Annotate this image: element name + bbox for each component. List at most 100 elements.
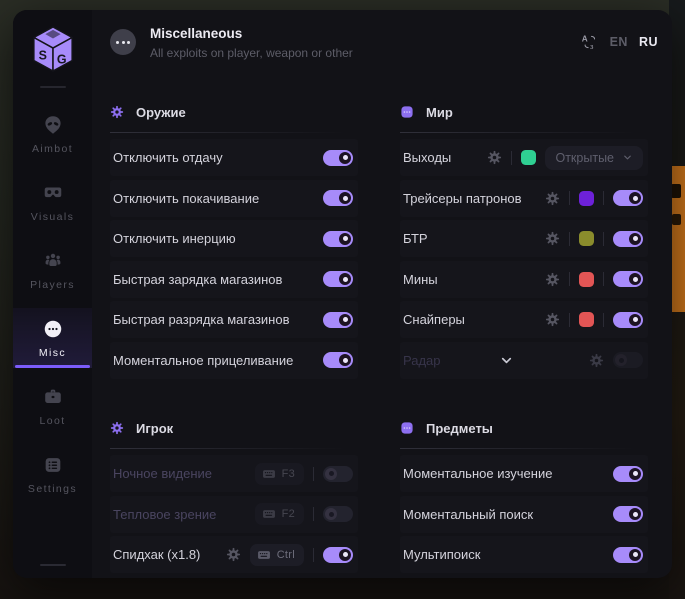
page-header: Miscellaneous All exploits on player, we… (110, 26, 658, 60)
feature-row: Тепловое зрение F2 (110, 496, 358, 533)
feature-row: Моментальное прицеливание (110, 342, 358, 379)
section-world: Мир Выходы Открытые (400, 100, 648, 382)
dots-square-icon (400, 421, 414, 435)
gear-icon[interactable] (545, 272, 560, 287)
cheat-menu-window: S G Aimbot Visuals (13, 10, 672, 578)
players-group-icon (42, 250, 64, 272)
sidebar-item-label: Visuals (31, 211, 74, 223)
gear-icon[interactable] (589, 353, 604, 368)
sidebar-item-misc[interactable]: Misc (13, 308, 92, 368)
toggle[interactable] (323, 312, 353, 328)
page-subtitle: All exploits on player, weapon or other (150, 46, 353, 60)
feature-label: Моментальное прицеливание (113, 353, 323, 368)
feature-row: Мины (400, 261, 648, 298)
toggle[interactable] (613, 466, 643, 482)
ellipsis-circle-icon (42, 318, 64, 340)
feature-row: Отключить отдачу (110, 139, 358, 176)
sidebar-item-players[interactable]: Players (13, 240, 92, 300)
color-swatch[interactable] (579, 231, 594, 246)
section-title: Мир (426, 105, 453, 120)
toggle[interactable] (613, 506, 643, 522)
vr-goggles-icon (42, 182, 64, 204)
translate-icon: A з (581, 33, 599, 51)
section-title: Игрок (136, 421, 173, 436)
toggle[interactable] (323, 150, 353, 166)
color-swatch[interactable] (579, 272, 594, 287)
language-switcher: A з EN RU (581, 33, 658, 51)
section-title: Предметы (426, 421, 493, 436)
feature-label: Моментальное изучение (403, 466, 613, 481)
chevron-down-icon (622, 152, 633, 163)
hotkey-label: F3 (282, 468, 295, 480)
sidebar-item-label: Loot (39, 415, 65, 427)
sidebar-item-loot[interactable]: Loot (13, 376, 92, 436)
section-world-header: Мир (400, 100, 648, 124)
lang-option-en[interactable]: EN (610, 35, 628, 49)
sidebar: S G Aimbot Visuals (13, 10, 92, 578)
background-orange-sign (671, 166, 685, 312)
gear-icon[interactable] (487, 150, 502, 165)
svg-text:A: A (581, 34, 587, 43)
svg-text:G: G (56, 52, 66, 66)
feature-label: Спидхак (x1.8) (113, 547, 226, 562)
toggle[interactable] (323, 190, 353, 206)
feature-row: Спидхак (x1.8) Ctrl (110, 536, 358, 573)
color-swatch[interactable] (579, 191, 594, 206)
toggle[interactable] (613, 271, 643, 287)
feature-label: Быстрая зарядка магазинов (113, 272, 323, 287)
gear-icon[interactable] (545, 231, 560, 246)
hotkey-badge[interactable]: F2 (255, 503, 304, 525)
hotkey-badge[interactable]: F3 (255, 463, 304, 485)
toggle[interactable] (613, 190, 643, 206)
gear-icon[interactable] (545, 312, 560, 327)
toggle[interactable] (323, 271, 353, 287)
feature-row: Быстрая зарядка магазинов (110, 261, 358, 298)
feature-row: Снайперы (400, 301, 648, 338)
color-swatch[interactable] (579, 312, 594, 327)
svg-text:з: з (590, 42, 594, 51)
toggle[interactable] (613, 231, 643, 247)
feature-label: БТР (403, 231, 545, 246)
feature-label: Трейсеры патронов (403, 191, 545, 206)
toggle[interactable] (323, 547, 353, 563)
feature-row: Отключить инерцию (110, 220, 358, 257)
sidebar-item-settings[interactable]: Settings (13, 444, 92, 504)
hotkey-label: F2 (282, 508, 295, 520)
section-weapon: Оружие Отключить отдачу Отключить покачи… (110, 100, 358, 382)
feature-label: Отключить инерцию (113, 231, 323, 246)
gear-icon[interactable] (226, 547, 241, 562)
lang-option-ru[interactable]: RU (639, 35, 658, 49)
page-header-titles: Miscellaneous All exploits on player, we… (150, 26, 353, 60)
toggle[interactable] (323, 231, 353, 247)
toggle[interactable] (323, 352, 353, 368)
feature-row: Быстрая разрядка магазинов (110, 301, 358, 338)
sidebar-item-label: Misc (39, 347, 66, 359)
gear-icon[interactable] (545, 191, 560, 206)
exits-dropdown[interactable]: Открытые (545, 146, 643, 170)
section-items: Предметы Моментальное изучение Моменталь… (400, 416, 648, 577)
section-divider (400, 448, 648, 449)
toggle[interactable] (613, 312, 643, 328)
screen: S G Aimbot Visuals (0, 0, 685, 599)
feature-row: БТР (400, 220, 648, 257)
keyboard-icon (257, 548, 271, 562)
sidebar-item-label: Players (30, 279, 75, 291)
list-settings-icon (42, 454, 64, 476)
hotkey-label: Ctrl (277, 549, 295, 561)
sidebar-item-visuals[interactable]: Visuals (13, 172, 92, 232)
toggle[interactable] (323, 466, 353, 482)
toggle[interactable] (613, 547, 643, 563)
sidebar-item-aimbot[interactable]: Aimbot (13, 104, 92, 164)
feature-label: Тепловое зрение (113, 507, 255, 522)
toggle[interactable] (613, 352, 643, 368)
feature-row: Трейсеры патронов (400, 180, 648, 217)
dots-square-icon (400, 105, 414, 119)
hotkey-badge[interactable]: Ctrl (250, 544, 304, 566)
svg-text:S: S (38, 49, 46, 63)
section-weapon-header: Оружие (110, 100, 358, 124)
dropdown-value: Открытые (555, 151, 614, 165)
toggle[interactable] (323, 506, 353, 522)
color-swatch[interactable] (521, 150, 536, 165)
chevron-down-icon[interactable] (499, 353, 514, 368)
feature-row: Моментальный поиск (400, 496, 648, 533)
